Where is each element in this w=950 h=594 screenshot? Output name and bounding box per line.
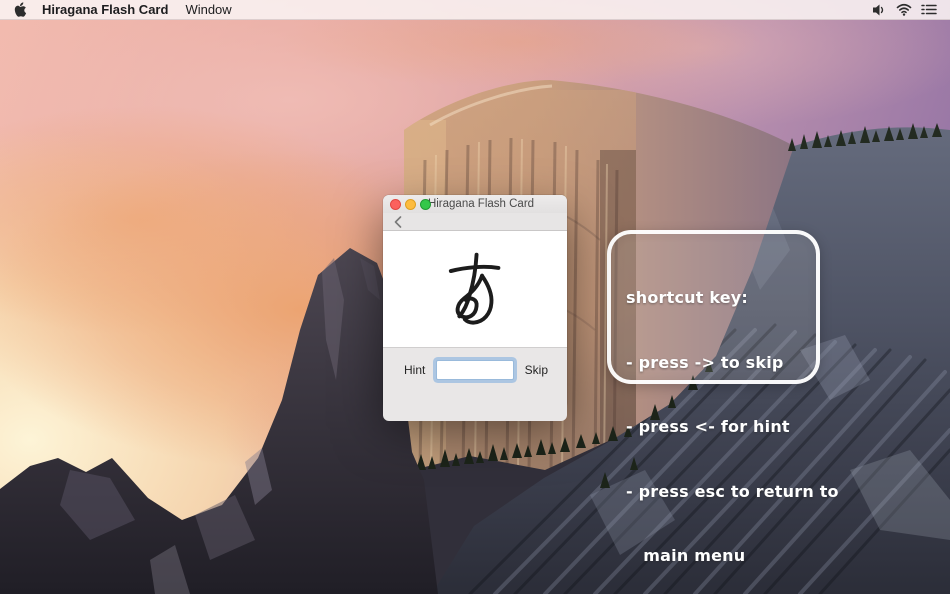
shortcut-overlay-line: - press esc to return to <box>626 481 839 501</box>
desktop: Hiragana Flash Card Window Hiragana Flas… <box>0 0 950 594</box>
app-menu-title[interactable]: Hiragana Flash Card <box>42 2 168 17</box>
apple-menu[interactable] <box>14 2 27 17</box>
menu-bar: Hiragana Flash Card Window <box>0 0 950 20</box>
hiragana-character-glyph <box>448 252 501 325</box>
shortcut-overlay: shortcut key: - press -> to skip - press… <box>607 230 839 565</box>
shortcut-overlay-heading: shortcut key: <box>626 288 749 307</box>
volume-icon[interactable] <box>872 3 887 17</box>
shortcut-overlay-line: - press <- for hint <box>626 417 790 436</box>
flash-card-area: あ <box>383 231 567 348</box>
shortcut-overlay-line: - press -> to skip <box>626 352 784 372</box>
hint-button[interactable]: Hint <box>404 360 425 377</box>
shortcut-overlay-line: main menu <box>626 546 746 565</box>
apple-icon <box>14 2 27 17</box>
window-titlebar[interactable]: Hiragana Flash Card <box>383 195 567 213</box>
menu-item-window[interactable]: Window <box>185 2 231 17</box>
skip-button[interactable]: Skip <box>525 360 548 377</box>
app-window: Hiragana Flash Card あ Hint <box>383 195 567 421</box>
wifi-icon[interactable] <box>896 3 912 16</box>
traffic-lights <box>383 198 431 210</box>
zoom-button[interactable] <box>420 198 431 210</box>
window-bottom-panel: Hint Skip <box>383 348 567 421</box>
chevron-left-icon <box>394 215 402 228</box>
minimize-button[interactable] <box>405 198 416 210</box>
window-toolbar <box>383 213 567 231</box>
notification-center-icon[interactable] <box>921 3 937 16</box>
close-button[interactable] <box>390 198 401 210</box>
back-button[interactable] <box>392 215 404 228</box>
answer-input[interactable] <box>436 360 514 380</box>
status-icons <box>872 3 937 17</box>
